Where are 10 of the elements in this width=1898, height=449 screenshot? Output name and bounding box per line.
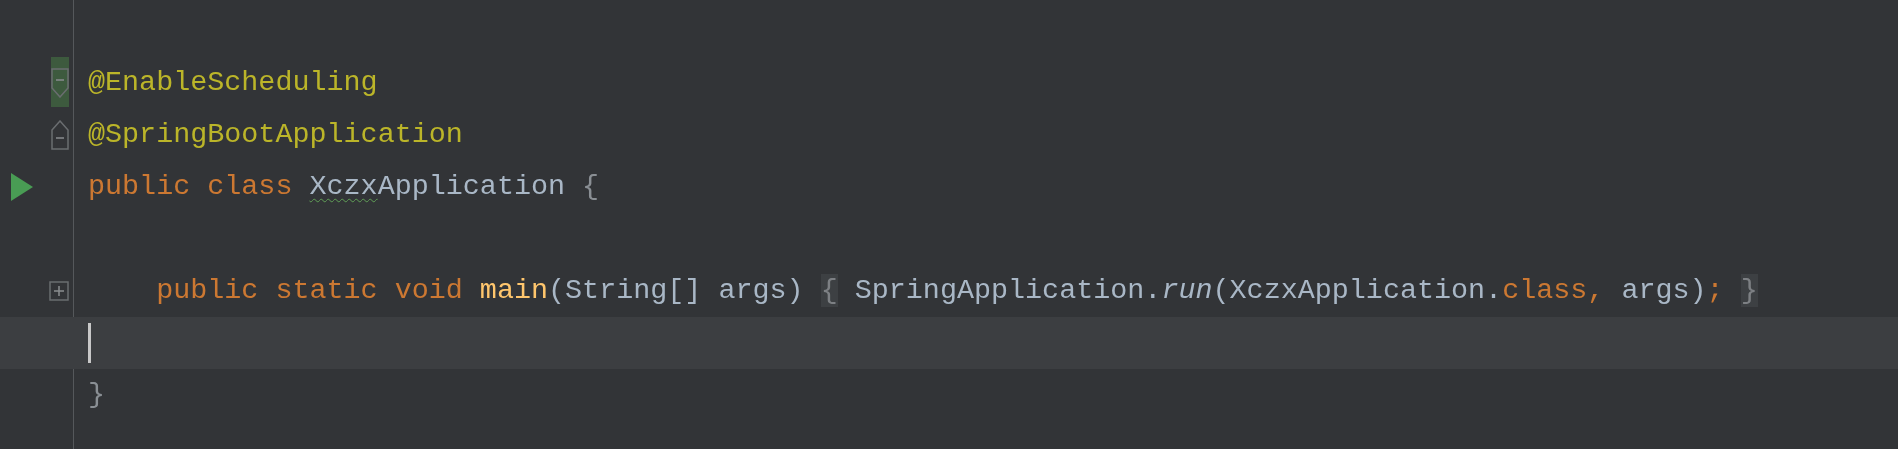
fold-start-icon[interactable] [51, 120, 69, 150]
text-cursor [88, 323, 91, 363]
code-line: @SpringBootApplication [88, 117, 463, 153]
code-line: } [88, 377, 106, 413]
expand-icon[interactable] [49, 281, 69, 301]
code-line: public static void main(String[] args) { SpringApplication.run(XczxApplication.class, args); } [155, 273, 1758, 309]
fold-end-icon[interactable] [51, 68, 69, 98]
run-icon[interactable] [11, 173, 33, 201]
code-line: public class XczxApplication { [88, 169, 600, 205]
code-line: @EnableScheduling [88, 65, 378, 101]
